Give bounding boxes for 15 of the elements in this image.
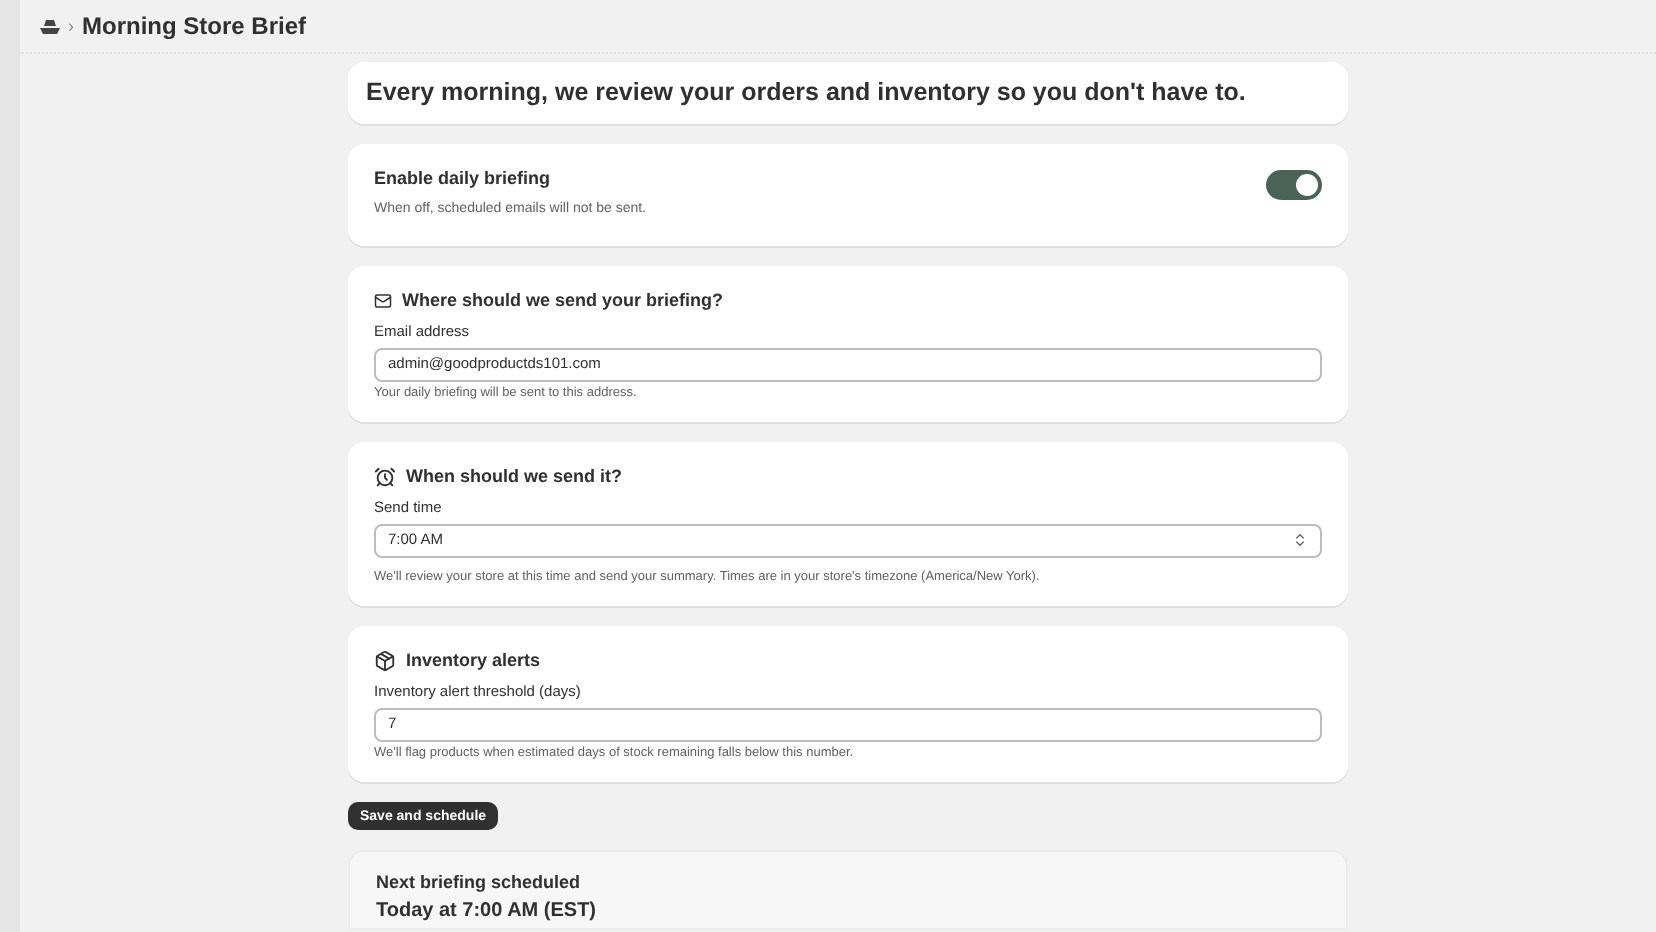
section-title: Inventory alerts: [406, 652, 541, 670]
chevron-up-down-icon: [1292, 532, 1308, 548]
package-icon: [374, 650, 396, 672]
intro-text: Every morning, we review your orders and inventory so you don't have to.: [366, 80, 1246, 106]
logo-icon: [40, 18, 60, 34]
section-title: When should we send it?: [406, 468, 622, 486]
setting-title: Enable daily briefing: [374, 170, 553, 188]
page-title: Morning Store Brief: [82, 14, 307, 38]
alarm-clock-icon: [374, 466, 396, 488]
breadcrumb-separator: ›: [68, 17, 74, 35]
next-briefing-title: Next briefing scheduled: [376, 874, 583, 892]
section-title: Where should we send your briefing?: [402, 292, 724, 310]
toggle-switch[interactable]: [1266, 170, 1322, 200]
mail-icon: [374, 292, 392, 310]
next-briefing-time: Today at 7:00 AM (EST): [376, 902, 599, 922]
